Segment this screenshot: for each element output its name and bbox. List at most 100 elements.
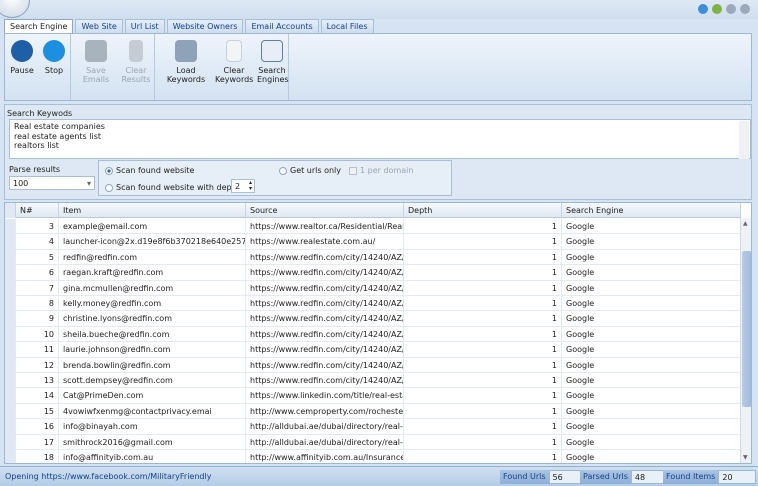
status-text: Opening https://www.facebook.com/Militar… [5,472,212,481]
parsed-urls: Parsed Urls 48 [580,470,665,484]
tab-email-accounts[interactable]: Email Accounts [245,19,319,34]
scroll-down-icon[interactable]: ▼ [743,454,748,461]
table-row[interactable]: 12 brenda.bowlin@redfin.com https://www.re… [5,357,741,373]
table-row[interactable]: 3 example@email.com https://www.realtor.ca… [5,219,741,235]
table-row[interactable]: 13 scott.dempsey@redfin.com https://www.re… [5,373,741,389]
clear-results-button[interactable]: Clear Results [121,40,151,84]
tab-url-list[interactable]: Url List [124,19,165,34]
keyword-line: realtors list [14,141,59,150]
row-indicator[interactable] [5,280,16,296]
table-row[interactable]: 10 sheila.bueche@redfin.com https://www.re… [5,326,741,343]
grid-header: N# Item Source Depth Search Engine [5,203,741,218]
table-row[interactable]: 14 Cat@PrimeDen.com https://www.linkedin.c… [5,388,741,404]
table-row[interactable]: 18 info@affinityib.com.au http://www.affin… [5,450,741,463]
row-indicator[interactable] [5,326,16,342]
check-icon[interactable] [712,4,722,14]
pause-button[interactable]: Pause [8,40,36,75]
settings-icon[interactable] [698,4,708,14]
cell-search-engine: Google [562,265,741,281]
row-indicator[interactable] [5,311,16,327]
cell-item: launcher-icon@2x.d19e8f6b370218e640e257d… [59,234,246,250]
cell-item: redfin@redfin.com [59,249,246,265]
row-indicator[interactable] [5,434,16,450]
row-indicator[interactable] [5,450,16,463]
row-indicator[interactable] [5,373,16,388]
cell-item: brenda.bowlin@redfin.com [59,357,246,373]
per-domain-checkbox[interactable]: 1 per domain [349,166,413,175]
cell-depth: 1 [404,388,562,404]
cell-source: https://www.redfin.com/city/14240/AZ/... [246,280,404,296]
cell-depth: 1 [404,434,562,450]
info-icon[interactable] [726,4,736,14]
group-keywords: Load Keywords Clear Keywords Search Engi… [155,34,289,100]
table-row[interactable]: 7 gina.mcmullen@redfin.com https://www.red… [5,280,741,296]
row-indicator[interactable] [5,342,16,358]
cell-depth: 1 [404,234,562,250]
table-row[interactable]: 15 4vowiwfxenmg@contactprivacy.emai http:/… [5,403,741,420]
depth-stepper[interactable]: 2 ▴ ▾ [231,179,255,193]
keywords-textarea[interactable]: Real estate companies real estate agents … [9,119,751,159]
cell-number: 11 [16,342,59,358]
cell-source: https://www.redfin.com/city/14240/AZ/... [246,311,404,327]
row-indicator[interactable] [5,419,16,435]
parse-results-select[interactable]: 100 ▾ [9,176,95,190]
row-indicator[interactable] [5,403,16,419]
cell-source: https://www.linkedin.com/title/real-esta… [246,388,404,404]
cell-search-engine: Google [562,296,741,311]
scan-depth-radio[interactable]: Scan found website with depth [105,183,240,192]
table-row[interactable]: 9 christine.lyons@redfin.com https://www.r… [5,311,741,327]
group-results: Save Emails Clear Results [71,34,155,100]
row-indicator[interactable] [5,357,16,373]
cell-search-engine: Google [562,234,741,250]
table-row[interactable]: 6 raegan.kraft@redfin.com https://www.redf… [5,265,741,281]
search-engines-button[interactable]: Search Engines [257,40,289,84]
row-indicator[interactable] [5,388,16,404]
clear-keywords-button[interactable]: Clear Keywords [215,40,253,84]
table-row[interactable]: 8 kelly.money@redfin.com https://www.redfi… [5,296,741,312]
table-row[interactable]: 5 redfin@redfin.com https://www.redfin.com… [5,249,741,266]
row-indicator[interactable] [5,234,16,250]
cell-number: 6 [16,265,59,281]
scroll-up-icon[interactable]: ▲ [743,220,748,227]
row-indicator[interactable] [5,249,16,265]
tab-bar: Search Engine Web Site Url List Website Own… [4,19,376,34]
keywords-label: Search Keywods [7,109,73,118]
row-indicator[interactable] [5,265,16,281]
column-header-source[interactable]: Source [246,203,404,218]
tab-local-files[interactable]: Local Files [320,19,374,34]
get-urls-radio[interactable]: Get urls only [279,166,341,175]
cell-depth: 1 [404,419,562,435]
cell-search-engine: Google [562,280,741,296]
stop-button[interactable]: Stop [41,40,67,75]
cell-number: 4 [16,234,59,250]
cell-item: gina.mcmullen@redfin.com [59,280,246,296]
table-row[interactable]: 4 launcher-icon@2x.d19e8f6b370218e640e257… [5,234,741,250]
row-indicator[interactable] [5,219,16,234]
tab-web-site[interactable]: Web Site [75,19,123,34]
cell-number: 5 [16,249,59,265]
column-header-item[interactable]: Item [59,203,246,218]
scrollbar-thumb[interactable] [742,251,751,407]
column-header-n-[interactable]: N# [16,203,59,218]
column-header-depth[interactable]: Depth [404,203,562,218]
scan-found-radio[interactable]: Scan found website [105,166,194,175]
cell-source: https://www.redfin.com/city/14240/AZ/... [246,249,404,265]
load-keywords-button[interactable]: Load Keywords [157,40,215,84]
cell-source: http://www.affinityib.com.au/Insurance..… [246,450,404,463]
table-row[interactable]: 11 laurie.johnson@redfin.com https://www.r… [5,342,741,358]
cell-item: info@binayah.com [59,419,246,435]
column-header-search-engine[interactable]: Search Engine [562,203,741,218]
cell-search-engine: Google [562,403,741,419]
tab-website-owners[interactable]: Website Owners [166,19,244,34]
table-row[interactable]: 17 smithrock2016@gmail.com http://alldubai… [5,434,741,450]
tab-search-engine[interactable]: Search Engine [4,19,74,34]
cell-search-engine: Google [562,450,741,463]
keyword-line: Real estate companies [14,122,105,131]
grid-scrollbar[interactable]: ▲ ▼ [740,218,751,463]
row-indicator[interactable] [5,296,16,311]
table-row[interactable]: 16 info@binayah.com http://alldubai.ae/dub… [5,419,741,435]
keywords-scrollbar[interactable] [739,121,749,159]
help-icon[interactable] [740,4,750,14]
save-emails-button[interactable]: Save Emails [73,40,119,84]
cell-depth: 1 [404,296,562,311]
